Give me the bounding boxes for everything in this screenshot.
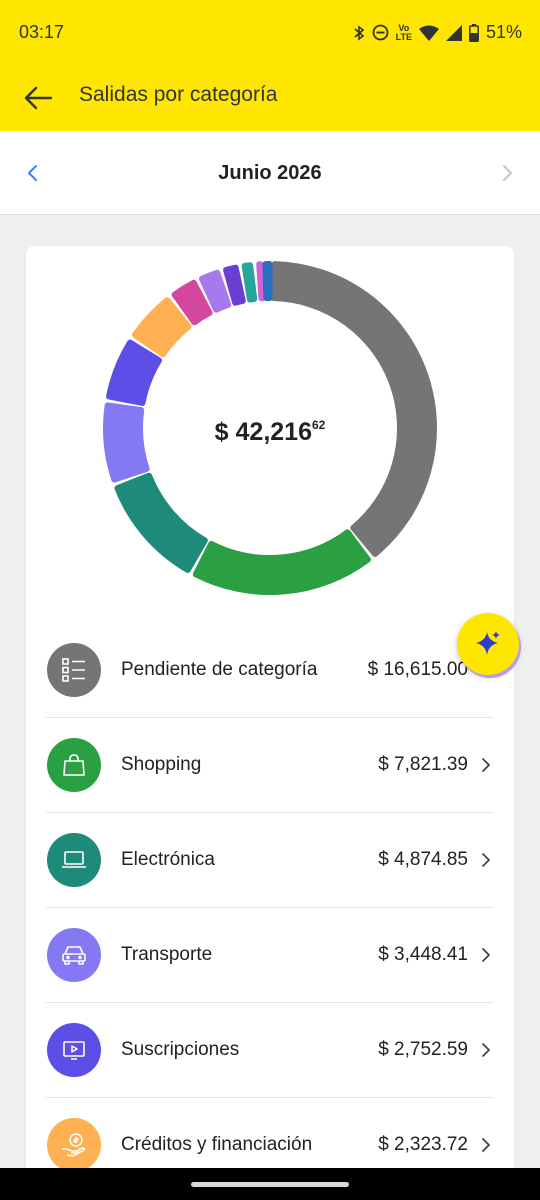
list-icon [62,658,85,682]
do-not-disturb-icon [372,24,389,41]
back-button[interactable] [18,78,58,118]
category-label: Pendiente de categoría [121,659,318,680]
signal-icon [445,24,462,41]
car-icon [62,946,86,965]
money-hand-icon [62,1133,86,1157]
category-label: Créditos y financiación [121,1134,313,1155]
volte-icon: Vo LTE [395,23,412,42]
category-row[interactable]: Suscripciones $ 2,752.59 [46,1003,494,1098]
donut-slice [270,261,437,557]
category-icon-circle [47,643,101,697]
category-label: Electrónica [121,849,215,870]
category-row[interactable]: Pendiente de categoría $ 16,615.00 [46,623,494,718]
volte-label-bottom: LTE [395,31,412,42]
home-handle[interactable] [191,1182,349,1187]
status-icons: Vo LTE 51% [353,22,522,43]
total-amount: $ 42,21662 [26,418,514,447]
bluetooth-icon [353,24,365,41]
month-selector: Junio 2026 [0,131,540,215]
chevron-right-icon [478,1137,494,1153]
donut-slice [131,297,192,358]
total-cents: 62 [311,418,326,432]
total-main: $ 42,216 [214,418,312,446]
chevron-right-icon [478,852,494,868]
category-amount: $ 2,752.59 [378,1039,468,1060]
category-label: Suscripciones [121,1039,240,1060]
chevron-right-icon [478,947,494,963]
category-label: Shopping [121,754,202,775]
category-row[interactable]: Electrónica $ 4,874.85 [46,813,494,908]
category-amount: $ 2,323.72 [378,1134,468,1155]
chevron-right-icon [478,757,494,773]
category-icon-circle [47,833,101,887]
tv-icon [63,1041,85,1060]
battery-icon [469,23,479,42]
status-time: 03:17 [19,22,65,42]
category-list: Pendiente de categoría $ 16,615.00 Shopp… [46,623,494,1193]
category-row[interactable]: Transporte $ 3,448.41 [46,908,494,1003]
category-amount: $ 4,874.85 [378,849,468,870]
battery-percent: 51% [485,22,522,42]
donut-slice [262,261,273,302]
app-bar: Salidas por categoría [0,66,540,131]
month-label: Junio 2026 [218,162,322,184]
category-amount: $ 16,615.00 [367,659,468,680]
page-title: Salidas por categoría [79,83,278,106]
category-row[interactable]: Shopping $ 7,821.39 [46,718,494,813]
chevron-right-icon [503,165,512,181]
donut-slice [106,339,163,406]
category-icon-circle [47,1118,101,1172]
wifi-icon [418,25,439,41]
chevron-right-icon [478,1042,494,1058]
shopping-bag-icon [63,754,85,776]
status-bar: 03:17 Vo LTE 51% [0,0,540,66]
category-icon-circle [47,928,101,982]
category-amount: $ 3,448.41 [378,944,468,965]
system-nav-bar [0,1168,540,1200]
category-icon-circle [47,738,101,792]
category-card: $ 42,21662 Pendiente de categoría $ 16,6… [26,246,514,1200]
category-icon-circle [47,1023,101,1077]
sparkle-icon [476,631,500,655]
donut-slice [192,529,371,595]
category-amount: $ 7,821.39 [378,754,468,775]
laptop-icon [62,851,86,868]
assistant-button[interactable] [457,613,519,675]
next-month-button[interactable] [494,159,522,187]
category-label: Transporte [121,944,213,965]
arrow-left-icon [24,86,53,110]
donut-slice [241,262,258,303]
donut-slice [256,261,266,302]
donut-slice [114,472,208,573]
